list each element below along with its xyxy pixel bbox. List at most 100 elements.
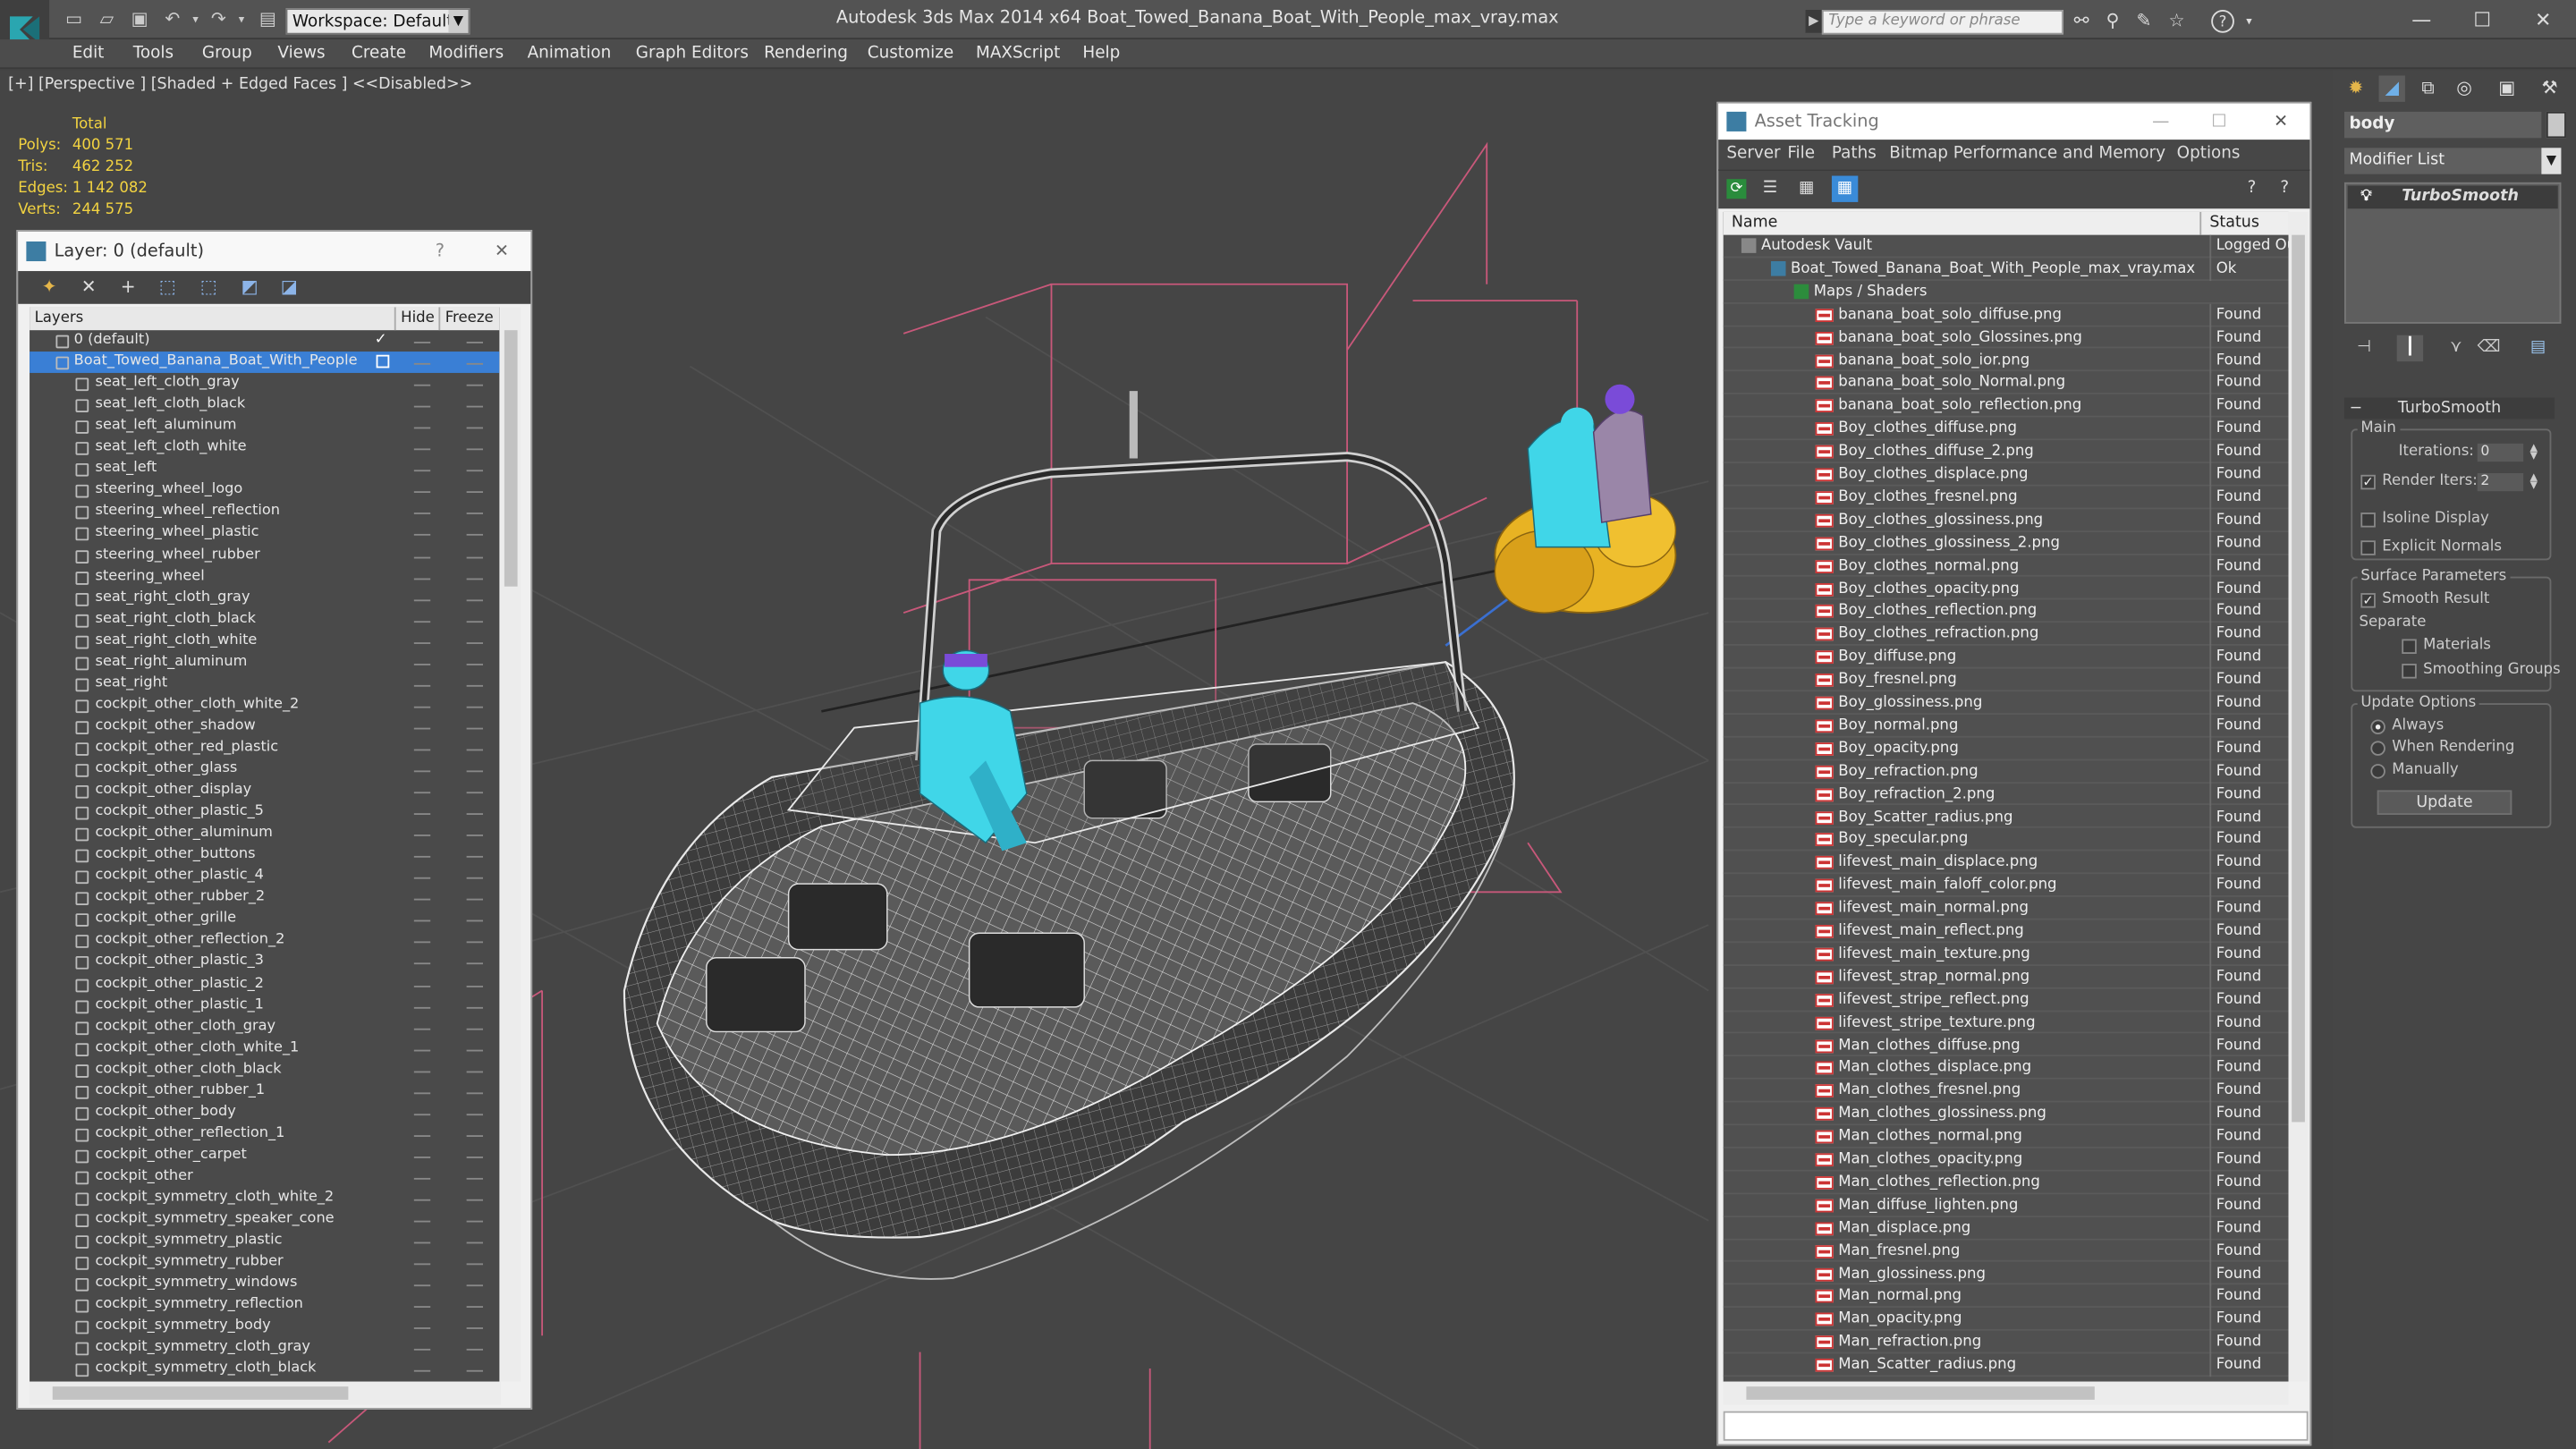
asset-row[interactable]: Boy_clothes_opacity.png Found (1723, 577, 2289, 601)
asset-row[interactable]: Man_Scatter_radius.png Found (1723, 1353, 2289, 1377)
subscription-icon[interactable]: ⚲ (2101, 10, 2124, 33)
asset-row[interactable]: lifevest_strap_normal.png Found (1723, 965, 2289, 989)
hide-toggle[interactable] (413, 1199, 431, 1201)
layer-row[interactable]: cockpit_other_grille (30, 909, 499, 930)
hide-toggle[interactable] (413, 513, 431, 515)
motion-tab-icon[interactable]: ◎ (2451, 75, 2477, 101)
scroll-thumb[interactable] (1746, 1386, 2095, 1400)
asset-row[interactable]: Boy_clothes_diffuse_2.png Found (1723, 440, 2289, 464)
freeze-toggle[interactable] (466, 1370, 483, 1373)
freeze-toggle[interactable] (466, 1156, 483, 1158)
freeze-toggle[interactable] (466, 1220, 483, 1223)
hide-toggle[interactable] (413, 405, 431, 408)
help-icon[interactable]: ? (2248, 179, 2267, 199)
hide-toggle[interactable] (413, 1370, 431, 1373)
freeze-toggle[interactable] (466, 920, 483, 923)
asset-row[interactable]: lifevest_main_displace.png Found (1723, 851, 2289, 875)
layer-row[interactable]: cockpit_symmetry_cloth_white_2 (30, 1188, 499, 1209)
maximize-icon[interactable]: ☐ (2460, 5, 2505, 35)
modify-tab-icon[interactable]: ◢ (2378, 75, 2405, 102)
asset-row[interactable]: Boy_glossiness.png Found (1723, 691, 2289, 715)
freeze-all-icon[interactable]: ◪ (277, 276, 301, 300)
asset-row[interactable]: lifevest_stripe_reflect.png Found (1723, 988, 2289, 1012)
spinner-arrows-icon[interactable]: ▲ ▼ (2530, 472, 2542, 491)
object-color-swatch[interactable] (2546, 111, 2566, 139)
maximize-icon[interactable]: ☐ (2211, 104, 2226, 140)
scroll-thumb[interactable] (52, 1386, 349, 1400)
asset-row[interactable]: lifevest_main_reflect.png Found (1723, 919, 2289, 944)
layer-row[interactable]: cockpit_other_body (30, 1102, 499, 1123)
hide-toggle[interactable] (413, 1241, 431, 1244)
display-tab-icon[interactable]: ▣ (2494, 75, 2520, 101)
freeze-toggle[interactable] (466, 1006, 483, 1008)
freeze-toggle[interactable] (466, 942, 483, 944)
asset-row[interactable]: Boy_diffuse.png Found (1723, 646, 2289, 669)
layer-row[interactable]: cockpit_symmetry_body (30, 1317, 499, 1338)
column-freeze[interactable]: Freeze (438, 307, 494, 331)
context-help-icon[interactable]: ? (2280, 179, 2300, 199)
close-icon[interactable]: ✕ (2274, 104, 2288, 140)
asset-row[interactable]: Man_normal.png Found (1723, 1285, 2289, 1309)
layer-row[interactable]: cockpit_other_buttons (30, 844, 499, 866)
freeze-toggle[interactable] (466, 491, 483, 494)
active-layer-check-icon[interactable]: ✓ (375, 330, 387, 352)
hierarchy-tab-icon[interactable]: ⧉ (2415, 75, 2441, 101)
create-layer-icon[interactable]: ✦ (38, 276, 61, 300)
asset-menu-server[interactable]: Server (1726, 140, 1780, 169)
new-file-icon[interactable]: ▭ (63, 8, 86, 31)
delete-layer-icon[interactable]: ✕ (77, 276, 100, 300)
freeze-toggle[interactable] (466, 1327, 483, 1330)
freeze-toggle[interactable] (466, 448, 483, 451)
hide-toggle[interactable] (413, 641, 431, 644)
add-to-layer-icon[interactable]: + (116, 276, 140, 300)
hide-toggle[interactable] (413, 342, 431, 343)
asset-row[interactable]: Boy_specular.png Found (1723, 828, 2289, 852)
asset-row[interactable]: Boy_clothes_fresnel.png Found (1723, 486, 2289, 510)
hide-toggle[interactable] (413, 1048, 431, 1051)
layer-row[interactable]: cockpit_symmetry_windows (30, 1274, 499, 1295)
binoculars-icon[interactable]: ⚯ (2070, 10, 2093, 33)
asset-row[interactable]: Man_clothes_reflection.png Found (1723, 1171, 2289, 1195)
asset-row[interactable]: banana_boat_solo_Glossines.png Found (1723, 326, 2289, 350)
asset-row[interactable]: Boy_clothes_normal.png Found (1723, 555, 2289, 578)
table-view-icon[interactable]: ▦ (1799, 179, 1818, 199)
layer-row[interactable]: cockpit_other_display (30, 781, 499, 802)
layer-row[interactable]: cockpit_symmetry_reflection (30, 1295, 499, 1317)
asset-row[interactable]: lifevest_main_texture.png Found (1723, 943, 2289, 966)
hide-toggle[interactable] (413, 1134, 431, 1137)
column-hide[interactable]: Hide (394, 307, 435, 331)
hide-toggle[interactable] (413, 1113, 431, 1115)
layer-row[interactable]: seat_right_aluminum (30, 652, 499, 674)
scroll-thumb[interactable] (504, 330, 518, 587)
menu-help[interactable]: Help (1082, 39, 1120, 69)
asset-menu-paths[interactable]: Paths (1832, 140, 1877, 169)
pin-stack-icon[interactable]: ⊣ (2351, 335, 2377, 361)
layer-row[interactable]: cockpit_other_rubber_1 (30, 1080, 499, 1102)
isoline-display-checkbox[interactable] (2360, 513, 2376, 528)
layer-row[interactable]: cockpit_other_plastic_1 (30, 995, 499, 1016)
close-icon[interactable]: ✕ (2520, 5, 2565, 35)
hide-toggle[interactable] (413, 470, 431, 472)
layer-row[interactable]: cockpit_other_cloth_black (30, 1059, 499, 1080)
workspace-select[interactable]: Workspace: Default ▼ (285, 8, 470, 35)
asset-row[interactable]: lifevest_main_faloff_color.png Found (1723, 874, 2289, 898)
hide-toggle[interactable] (413, 577, 431, 580)
always-radio[interactable] (2370, 719, 2385, 735)
asset-horizontal-scrollbar[interactable] (1723, 1381, 2289, 1405)
asset-row[interactable]: banana_boat_solo_reflection.png Found (1723, 394, 2289, 419)
menu-maxscript[interactable]: MAXScript (976, 39, 1060, 69)
help-button[interactable]: ? (436, 232, 445, 271)
hide-toggle[interactable] (413, 1220, 431, 1223)
freeze-toggle[interactable] (466, 770, 483, 773)
hide-toggle[interactable] (413, 963, 431, 965)
asset-row[interactable]: Boy_clothes_diffuse.png Found (1723, 417, 2289, 441)
show-end-result-icon[interactable]: ┃ (2396, 335, 2424, 362)
menu-edit[interactable]: Edit (72, 39, 105, 69)
explicit-normals-checkbox[interactable] (2360, 540, 2376, 555)
layer-row[interactable]: seat_left_cloth_black (30, 394, 499, 416)
menu-group[interactable]: Group (202, 39, 252, 69)
hide-toggle[interactable] (413, 1156, 431, 1158)
lightbulb-icon[interactable]: 💡︎ (2360, 186, 2371, 209)
update-button[interactable]: Update (2377, 790, 2512, 816)
freeze-toggle[interactable] (466, 706, 483, 708)
